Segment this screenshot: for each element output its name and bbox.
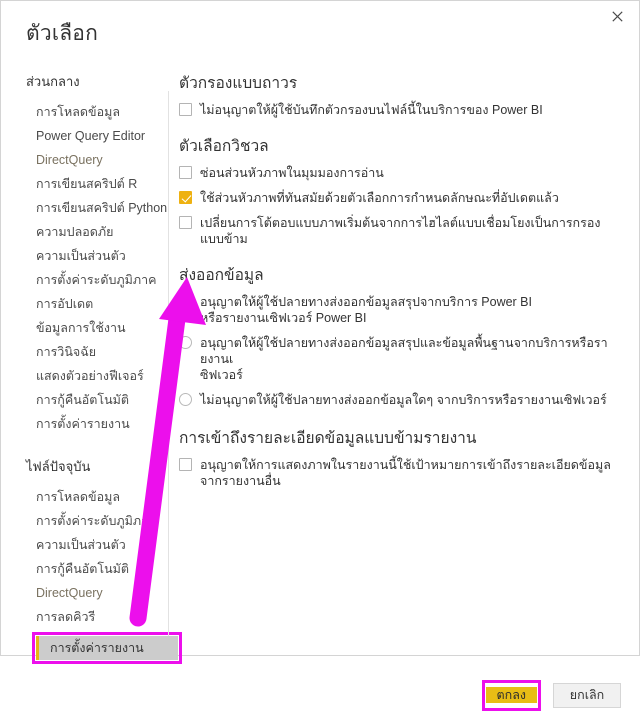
option-label-export-summarized-line2: หรือรายงานเซิฟเวอร์ Power BI (200, 311, 367, 325)
sidebar-item-query-reduction[interactable]: การลดคิวรี (22, 605, 169, 629)
dialog-footer: ตกลง ยกเลิก (1, 664, 639, 726)
sidebar-item-security[interactable]: ความปลอดภัย (22, 220, 169, 244)
sidebar-item-data-load-global[interactable]: การโหลดข้อมูล (22, 100, 169, 124)
option-row-disallow-save-filters[interactable]: ไม่อนุญาตให้ผู้ใช้บันทึกตัวกรองบนไฟล์นี้… (179, 102, 623, 118)
section-heading-cross-report-drillthrough: การเข้าถึงรายละเอียดข้อมูลแบบข้ามรายงาน (179, 430, 477, 447)
option-row-export-underlying[interactable]: อนุญาตให้ผู้ใช้ปลายทางส่งออกข้อมูลสรุปแล… (179, 335, 623, 383)
title-bar: ตัวเลือก (1, 1, 639, 45)
radio-export-none[interactable] (179, 393, 192, 406)
sidebar-item-preview-features[interactable]: แสดงตัวอย่างฟีเจอร์ (22, 364, 169, 388)
sidebar-item-report-settings-current[interactable]: การตั้งค่ารายงาน (36, 636, 178, 660)
checkbox-hide-visual-header[interactable] (179, 166, 192, 179)
ok-button[interactable]: ตกลง (485, 686, 537, 703)
sidebar-item-privacy-current[interactable]: ความเป็นส่วนตัว (22, 533, 169, 557)
radio-export-underlying[interactable] (179, 336, 192, 349)
option-label-export-underlying: อนุญาตให้ผู้ใช้ปลายทางส่งออกข้อมูลสรุปแล… (192, 335, 612, 383)
sidebar-group-title-global: ส่วนกลาง (26, 74, 80, 89)
sidebar-item-auto-recovery-global[interactable]: การกู้คืนอัตโนมัติ (22, 388, 169, 412)
option-label-allow-drillthrough: อนุญาตให้การแสดงภาพในรายงานนี้ใช้เป้าหมา… (200, 458, 611, 488)
checkbox-modern-visual-header[interactable] (179, 191, 192, 204)
sidebar-group-current-file: การโหลดข้อมูล การตั้งค่าระดับภูมิภาค ควา… (26, 485, 182, 664)
option-label-export-underlying-line2: ซิฟเวอร์ (200, 368, 243, 382)
sidebar-group-global: การโหลดข้อมูล Power Query Editor DirectQ… (26, 100, 169, 436)
options-content-pane: ตัวกรองแบบถาวร ไม่อนุญาตให้ผู้ใช้บันทึกต… (169, 73, 639, 664)
checkbox-allow-drillthrough[interactable] (179, 458, 192, 471)
ok-button-highlight-box: ตกลง (481, 679, 541, 711)
sidebar-group-title-current-file: ไฟล์ปัจจุบัน (26, 459, 91, 474)
dialog-body: ส่วนกลาง การโหลดข้อมูล Power Query Edito… (1, 31, 639, 664)
sidebar: ส่วนกลาง การโหลดข้อมูล Power Query Edito… (1, 73, 182, 664)
options-dialog: ตัวเลือก ส่วนกลาง การโหลดข้อมูล Power Qu… (0, 0, 640, 711)
section-persistent-filters: ตัวกรองแบบถาวร ไม่อนุญาตให้ผู้ใช้บันทึกต… (179, 73, 623, 118)
option-row-default-cross-filter[interactable]: เปลี่ยนการโต้ตอบแบบภาพเริ่มต้นจากการไฮไล… (179, 215, 623, 247)
section-cross-report-drillthrough: การเข้าถึงรายละเอียดข้อมูลแบบข้ามรายงาน … (179, 428, 623, 489)
option-label-export-underlying-line1: อนุญาตให้ผู้ใช้ปลายทางส่งออกข้อมูลสรุปแล… (200, 336, 608, 366)
close-icon[interactable] (595, 1, 639, 31)
cancel-button[interactable]: ยกเลิก (553, 682, 621, 708)
checkbox-default-cross-filter[interactable] (179, 216, 192, 229)
option-label-export-summarized: อนุญาตให้ผู้ใช้ปลายทางส่งออกข้อมูลสรุปจา… (192, 294, 532, 326)
option-row-modern-visual-header[interactable]: ใช้ส่วนหัวภาพที่ทันสมัยด้วยตัวเลือกการกำ… (179, 190, 623, 206)
section-heading-export-data: ส่งออกข้อมูล (179, 267, 264, 284)
sidebar-item-regional-settings-current[interactable]: การตั้งค่าระดับภูมิภาค (22, 509, 169, 533)
option-label-default-cross-filter: เปลี่ยนการโต้ตอบแบบภาพเริ่มต้นจากการไฮไล… (200, 216, 601, 246)
option-label-modern-visual-header: ใช้ส่วนหัวภาพที่ทันสมัยด้วยตัวเลือกการกำ… (200, 191, 559, 205)
sidebar-selected-highlight-box: การตั้งค่ารายงาน (32, 632, 182, 664)
option-row-export-none[interactable]: ไม่อนุญาตให้ผู้ใช้ปลายทางส่งออกข้อมูลใดๆ… (179, 392, 623, 408)
checkbox-disallow-save-filters[interactable] (179, 103, 192, 116)
option-row-allow-drillthrough[interactable]: อนุญาตให้การแสดงภาพในรายงานนี้ใช้เป้าหมา… (179, 457, 623, 489)
sidebar-item-usage-data[interactable]: ข้อมูลการใช้งาน (22, 316, 169, 340)
section-visual-options: ตัวเลือกวิชวล ซ่อนส่วนหัวภาพในมุมมองการอ… (179, 136, 623, 247)
option-label-hide-visual-header: ซ่อนส่วนหัวภาพในมุมมองการอ่าน (200, 166, 384, 180)
sidebar-item-updates[interactable]: การอัปเดต (22, 292, 169, 316)
section-heading-persistent-filters: ตัวกรองแบบถาวร (179, 75, 298, 92)
sidebar-item-python-scripting[interactable]: การเขียนสคริปต์ Python (22, 196, 169, 220)
option-row-export-summarized[interactable]: อนุญาตให้ผู้ใช้ปลายทางส่งออกข้อมูลสรุปจา… (179, 294, 623, 326)
option-row-hide-visual-header[interactable]: ซ่อนส่วนหัวภาพในมุมมองการอ่าน (179, 165, 623, 181)
sidebar-item-directquery-global[interactable]: DirectQuery (22, 148, 169, 172)
radio-export-summarized[interactable] (179, 295, 192, 308)
sidebar-item-r-scripting[interactable]: การเขียนสคริปต์ R (22, 172, 169, 196)
sidebar-item-data-load-current[interactable]: การโหลดข้อมูล (22, 485, 169, 509)
option-label-export-summarized-line1: อนุญาตให้ผู้ใช้ปลายทางส่งออกข้อมูลสรุปจา… (200, 295, 532, 309)
section-heading-visual-options: ตัวเลือกวิชวล (179, 138, 269, 155)
sidebar-item-report-settings-global[interactable]: การตั้งค่ารายงาน (22, 412, 169, 436)
section-export-data: ส่งออกข้อมูล อนุญาตให้ผู้ใช้ปลายทางส่งออ… (179, 265, 623, 408)
option-label-disallow-save-filters: ไม่อนุญาตให้ผู้ใช้บันทึกตัวกรองบนไฟล์นี้… (200, 103, 543, 117)
sidebar-item-auto-recovery-current[interactable]: การกู้คืนอัตโนมัติ (22, 557, 169, 581)
sidebar-item-privacy-global[interactable]: ความเป็นส่วนตัว (22, 244, 169, 268)
sidebar-item-regional-settings-global[interactable]: การตั้งค่าระดับภูมิภาค (22, 268, 169, 292)
option-label-export-none: ไม่อนุญาตให้ผู้ใช้ปลายทางส่งออกข้อมูลใดๆ… (200, 393, 607, 407)
sidebar-item-directquery-current[interactable]: DirectQuery (22, 581, 169, 605)
sidebar-item-diagnostics[interactable]: การวินิจฉัย (22, 340, 169, 364)
sidebar-item-power-query-editor[interactable]: Power Query Editor (22, 124, 169, 148)
